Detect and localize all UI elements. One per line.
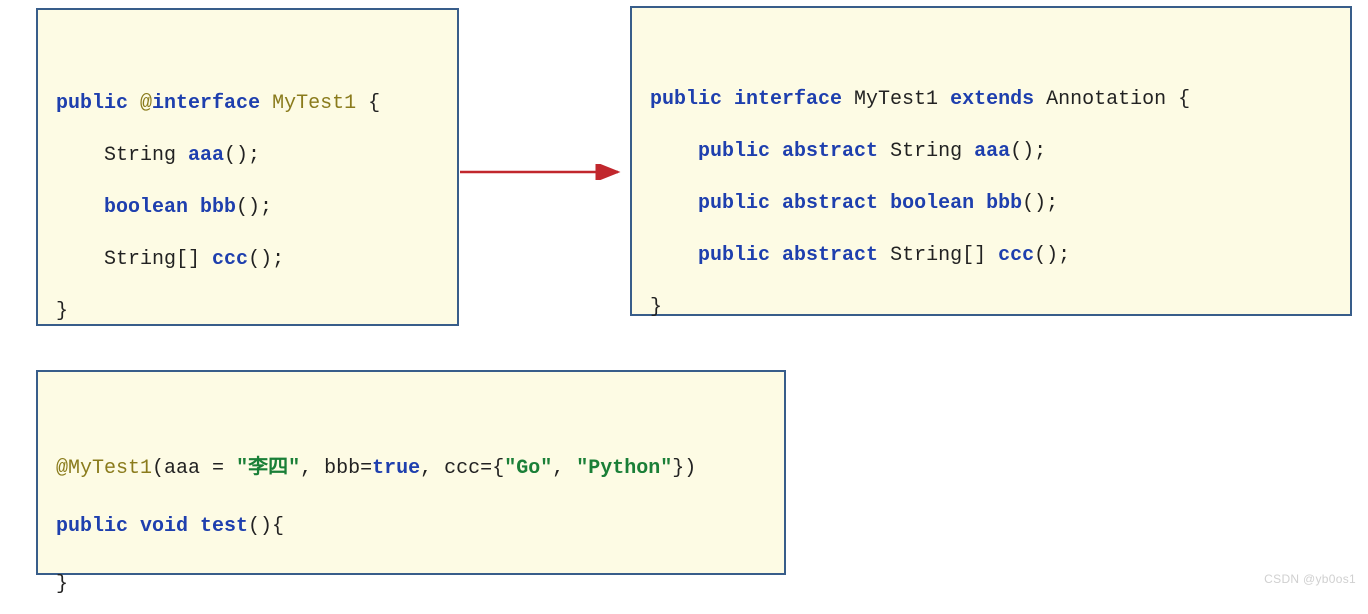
fn-ccc: ccc	[212, 248, 248, 271]
eq: =	[480, 457, 492, 480]
parens: ();	[1010, 140, 1046, 163]
param-aaa: aaa	[164, 457, 200, 480]
comma: ,	[420, 457, 444, 480]
str-lisi: "李四"	[236, 457, 300, 480]
kw-void: void	[128, 515, 188, 538]
brace-close: }	[56, 300, 68, 323]
type-boolean: boolean	[104, 196, 200, 219]
lit-true: true	[372, 457, 420, 480]
type-annotation: Annotation	[1034, 88, 1178, 111]
kw-public: public	[650, 88, 722, 111]
indent	[56, 144, 104, 167]
str-go: "Go"	[504, 457, 552, 480]
indent	[56, 196, 104, 219]
code-box-annotation-decl: public @interface MyTest1 { String aaa()…	[36, 8, 459, 326]
kw-public: public	[698, 140, 770, 163]
indent	[650, 140, 698, 163]
parens: ();	[1022, 192, 1058, 215]
type-string: String	[104, 144, 188, 167]
brace-close: }	[56, 573, 68, 596]
kw-public: public	[56, 92, 128, 115]
fn-bbb: bbb	[200, 196, 236, 219]
fn-bbb: bbb	[986, 192, 1022, 215]
brace-close: }	[650, 296, 662, 319]
fn-aaa: aaa	[974, 140, 1010, 163]
type-string-arr: String[]	[104, 248, 212, 271]
type-boolean: boolean	[878, 192, 986, 215]
brace-open: {	[492, 457, 504, 480]
code-box-usage: @MyTest1(aaa = "李四", bbb=true, ccc={"Go"…	[36, 370, 786, 575]
comma: ,	[300, 457, 324, 480]
close: })	[672, 457, 696, 480]
space	[128, 92, 140, 115]
param-ccc: ccc	[444, 457, 480, 480]
arrow-right-icon	[460, 164, 630, 180]
at-symbol: @	[140, 92, 152, 115]
comma: ,	[552, 457, 576, 480]
str-python: "Python"	[576, 457, 672, 480]
brace-open: {	[368, 92, 380, 115]
eq: =	[200, 457, 236, 480]
type-string: String	[878, 140, 974, 163]
kw-interface: interface	[152, 92, 260, 115]
annotation-use: @MyTest1	[56, 457, 152, 480]
kw-public: public	[698, 244, 770, 267]
indent	[650, 244, 698, 267]
kw-interface: interface	[722, 88, 842, 111]
kw-abstract: abstract	[770, 140, 878, 163]
type-name: MyTest1	[842, 88, 938, 111]
param-bbb: bbb	[324, 457, 360, 480]
type-name: MyTest1	[260, 92, 368, 115]
paren-open: (	[152, 457, 164, 480]
kw-abstract: abstract	[770, 244, 878, 267]
kw-public: public	[698, 192, 770, 215]
parens: ();	[1034, 244, 1070, 267]
kw-extends: extends	[938, 88, 1034, 111]
parens: ();	[248, 248, 284, 271]
parens: ();	[224, 144, 260, 167]
fn-ccc: ccc	[998, 244, 1034, 267]
parens-brace: (){	[248, 515, 284, 538]
type-string-arr: String[]	[878, 244, 998, 267]
fn-test: test	[188, 515, 248, 538]
indent	[650, 192, 698, 215]
kw-public: public	[56, 515, 128, 538]
brace-open: {	[1178, 88, 1190, 111]
eq: =	[360, 457, 372, 480]
kw-abstract: abstract	[770, 192, 878, 215]
indent	[56, 248, 104, 271]
fn-aaa: aaa	[188, 144, 224, 167]
watermark: CSDN @yb0os1	[1264, 572, 1356, 586]
code-box-interface-decl: public interface MyTest1 extends Annotat…	[630, 6, 1352, 316]
parens: ();	[236, 196, 272, 219]
